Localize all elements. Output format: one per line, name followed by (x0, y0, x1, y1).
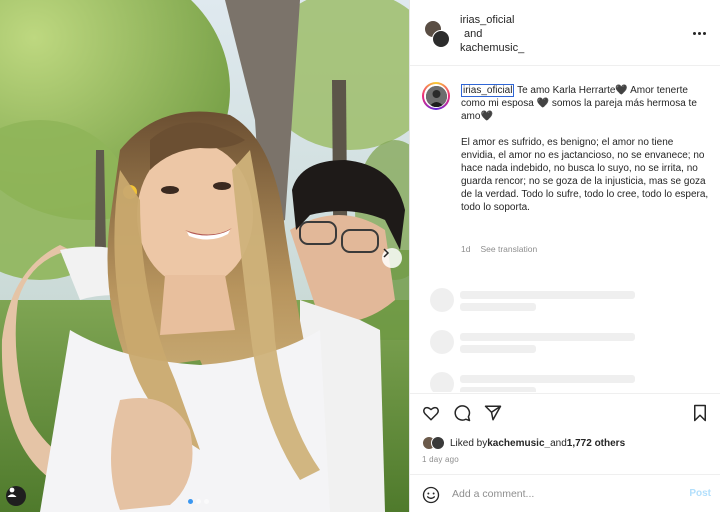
couple-photo (0, 0, 409, 512)
paper-plane-icon[interactable] (484, 404, 502, 422)
post-side-panel: irias_oficial and kachemusic_ irias_ofic… (409, 0, 720, 512)
more-dots-icon (692, 31, 696, 35)
caption-avatar[interactable] (422, 82, 450, 110)
likes-prefix: Liked by (450, 437, 488, 449)
avatar (431, 436, 445, 450)
header-username-2[interactable]: kachemusic_ (460, 41, 524, 55)
carousel-dot (204, 499, 209, 504)
caption-username[interactable]: irias_oficial (461, 84, 515, 97)
comment-skeleton (428, 288, 708, 316)
avatar (425, 85, 447, 107)
collab-names: irias_oficial and kachemusic_ (460, 13, 524, 55)
caption-text: irias_oficial Te amo Karla Herrarte🖤 Amo… (461, 84, 709, 214)
likes-user-link[interactable]: kachemusic_ (487, 438, 550, 449)
avatar (432, 30, 450, 48)
bookmark-icon[interactable] (691, 404, 709, 422)
caption: irias_oficial Te amo Karla Herrarte🖤 Amo… (410, 66, 720, 276)
comments-loading (410, 280, 720, 392)
emoji-icon[interactable] (422, 486, 440, 504)
post-actions: Liked by kachemusic_ and 1,772 others 1 … (410, 393, 720, 483)
caption-meta: 1d See translation (461, 244, 537, 254)
tagged-users-button[interactable] (6, 486, 26, 506)
caption-paragraph: El amor es sufrido, es benigno; el amor … (461, 137, 709, 213)
comment-skeleton (428, 372, 708, 392)
likes-count-link[interactable]: 1,772 others (567, 438, 625, 449)
likes-middle: and (550, 437, 567, 449)
caption-age: 1d (461, 244, 471, 254)
post-photo[interactable] (0, 0, 409, 512)
user-tag-icon (7, 487, 17, 497)
carousel-dot (196, 499, 201, 504)
header-connector: and (464, 28, 483, 40)
comment-skeleton (428, 330, 708, 358)
collab-avatars[interactable] (424, 20, 450, 48)
likers-avatars (422, 436, 446, 450)
heart-icon[interactable] (422, 404, 440, 422)
carousel-dot (188, 499, 193, 504)
likes-summary: Liked by kachemusic_ and 1,772 others (422, 436, 625, 450)
more-options-button[interactable] (691, 28, 707, 38)
comment-input[interactable] (452, 484, 672, 504)
post-comment-button[interactable]: Post (689, 488, 711, 499)
comment-icon[interactable] (453, 404, 471, 422)
carousel-dots (188, 499, 209, 504)
chevron-right-icon (383, 248, 390, 258)
carousel-next-button[interactable] (382, 248, 402, 268)
header-username-1[interactable]: irias_oficial (460, 13, 524, 27)
post-timestamp: 1 day ago (422, 455, 459, 464)
comment-bar: Post (410, 474, 720, 512)
post-header: irias_oficial and kachemusic_ (410, 0, 720, 66)
see-translation-link[interactable]: See translation (480, 244, 537, 254)
